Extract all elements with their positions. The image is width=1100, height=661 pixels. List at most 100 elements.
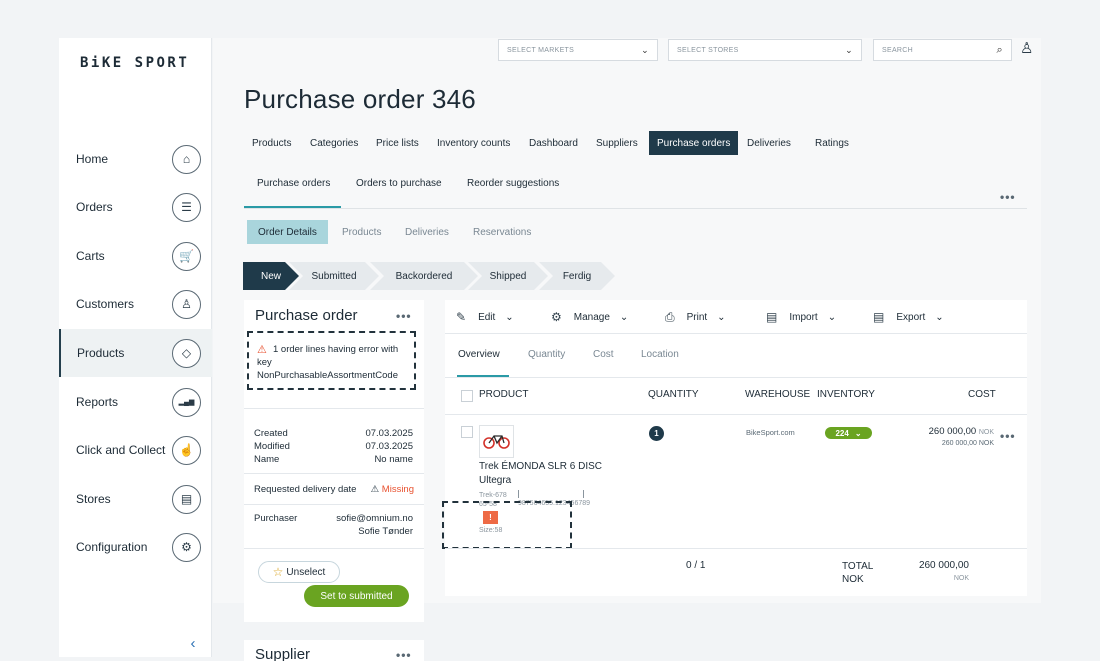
row-checkbox[interactable] bbox=[461, 426, 473, 438]
sub-tabs-divider bbox=[244, 208, 1027, 209]
card-more-icon[interactable]: ••• bbox=[396, 309, 412, 323]
detail-tab-order-details[interactable]: Order Details bbox=[247, 220, 328, 244]
sidebar-item-label: Stores bbox=[76, 492, 111, 506]
order-meta: Created 07.03.2025 Modified 07.03.2025 Nam… bbox=[254, 427, 413, 466]
sidebar-item-reports[interactable]: Reports ▂▄▆ bbox=[59, 378, 212, 426]
row-more-icon[interactable]: ••• bbox=[1000, 429, 1016, 443]
product-thumbnail[interactable] bbox=[479, 425, 514, 458]
order-tab-cost[interactable]: Cost bbox=[593, 349, 614, 360]
sidebar-item-carts[interactable]: Carts 🛒 bbox=[59, 232, 212, 280]
sidebar-item-configuration[interactable]: Configuration ⚙ bbox=[59, 523, 212, 571]
cost-value: 260 000,00 bbox=[928, 426, 977, 437]
tab-suppliers[interactable]: Suppliers bbox=[588, 131, 646, 155]
printer-icon: ⎙ bbox=[665, 310, 675, 324]
supplier-more-icon[interactable]: ••• bbox=[396, 648, 412, 661]
print-menu-button[interactable]: ⎙ Print ⌄ bbox=[665, 310, 726, 325]
subtab-purchase-orders[interactable]: Purchase orders bbox=[257, 178, 330, 189]
cost-cell: 260 000,00 NOK bbox=[915, 426, 994, 437]
column-header-quantity[interactable]: QUANTITY bbox=[648, 389, 699, 400]
created-label: Created bbox=[254, 428, 288, 439]
user-account-icon[interactable]: ♙ bbox=[1020, 39, 1033, 57]
step-backordered[interactable]: Backordered bbox=[370, 262, 478, 290]
search-icon: ⌕ bbox=[996, 43, 1003, 56]
created-value: 07.03.2025 bbox=[365, 428, 413, 439]
search-placeholder: SEARCH bbox=[882, 46, 913, 54]
collapse-sidebar-icon[interactable]: ‹ bbox=[182, 632, 204, 654]
tab-inventory-counts[interactable]: Inventory counts bbox=[429, 131, 518, 155]
requested-delivery-row[interactable]: Requested delivery date ⚠ Missing bbox=[254, 483, 414, 496]
error-row-highlight bbox=[442, 501, 572, 549]
tab-deliveries[interactable]: Deliveries bbox=[739, 131, 799, 155]
name-value: No name bbox=[374, 454, 413, 465]
tab-dashboard[interactable]: Dashboard bbox=[521, 131, 586, 155]
order-tab-overview[interactable]: Overview bbox=[458, 349, 500, 360]
edit-menu-button[interactable]: ✎ Edit ⌄ bbox=[456, 310, 514, 324]
column-header-warehouse[interactable]: WAREHOUSE bbox=[745, 389, 810, 400]
cost-currency: NOK bbox=[978, 429, 994, 436]
sidebar-item-label: Customers bbox=[76, 297, 135, 311]
sidebar-item-stores[interactable]: Stores ▤ bbox=[59, 475, 212, 523]
column-header-cost[interactable]: COST bbox=[968, 389, 996, 400]
sidebar-item-label: Click and Collect bbox=[76, 443, 166, 457]
import-menu-button[interactable]: ▤ Import ⌄ bbox=[766, 310, 836, 324]
sub-tab-active-underline bbox=[244, 206, 341, 208]
edit-label: Edit bbox=[478, 311, 496, 323]
order-tab-location[interactable]: Location bbox=[641, 349, 679, 360]
detail-tab-deliveries[interactable]: Deliveries bbox=[394, 220, 460, 244]
sidebar-item-click-and-collect[interactable]: Click and Collect ☝ bbox=[59, 426, 212, 474]
select-stores-dropdown[interactable]: SELECT STORES ⌄ bbox=[668, 39, 862, 61]
more-options-icon[interactable]: ••• bbox=[1000, 190, 1016, 204]
sidebar-item-customers[interactable]: Customers ♙ bbox=[59, 280, 212, 328]
list-icon: ☰ bbox=[172, 192, 201, 222]
chevron-down-icon: ⌄ bbox=[854, 428, 862, 438]
column-header-product[interactable]: PRODUCT bbox=[479, 389, 528, 400]
manage-menu-button[interactable]: ⚙ Manage ⌄ bbox=[551, 310, 628, 324]
sidebar: BiKE SPORT Home ⌂ Orders ☰ Carts 🛒 Customers ♙ P… bbox=[59, 38, 212, 657]
search-input[interactable]: SEARCH ⌕ bbox=[873, 39, 1012, 61]
detail-tab-reservations[interactable]: Reservations bbox=[462, 220, 542, 244]
divider bbox=[244, 473, 424, 474]
star-icon: ☆ bbox=[272, 565, 284, 579]
divider bbox=[244, 504, 424, 505]
tab-price-lists[interactable]: Price lists bbox=[368, 131, 427, 155]
manage-label: Manage bbox=[573, 311, 610, 323]
inventory-badge[interactable]: 224 ⌄ bbox=[825, 427, 872, 439]
set-to-submitted-button[interactable]: Set to submitted bbox=[304, 585, 409, 607]
sku-separator bbox=[518, 490, 519, 498]
supplier-title: Supplier bbox=[255, 646, 311, 661]
select-all-checkbox[interactable] bbox=[461, 390, 473, 402]
divider bbox=[445, 548, 1027, 549]
cost-subvalue: 260 000,00 NOK bbox=[941, 440, 994, 447]
chevron-down-icon: ⌄ bbox=[845, 44, 853, 55]
tab-products[interactable]: Products bbox=[244, 131, 299, 155]
pencil-icon: ✎ bbox=[456, 310, 467, 324]
chevron-down-icon: ⌄ bbox=[619, 311, 629, 323]
subtab-reorder-suggestions[interactable]: Reorder suggestions bbox=[467, 178, 559, 189]
purchaser-row: Purchaser sofie@omnium.no Sofie Tønder bbox=[254, 512, 413, 538]
name-label: Name bbox=[254, 454, 280, 465]
select-markets-dropdown[interactable]: SELECT MARKETS ⌄ bbox=[498, 39, 658, 61]
export-menu-button[interactable]: ▤ Export ⌄ bbox=[873, 310, 944, 324]
chevron-down-icon: ⌄ bbox=[717, 312, 726, 323]
purchaser-label: Purchaser bbox=[254, 513, 298, 524]
subtab-orders-to-purchase[interactable]: Orders to purchase bbox=[356, 178, 442, 189]
column-header-inventory[interactable]: INVENTORY bbox=[817, 389, 875, 400]
detail-tab-products[interactable]: Products bbox=[331, 220, 392, 244]
sidebar-item-home[interactable]: Home ⌂ bbox=[59, 135, 212, 183]
tab-ratings[interactable]: Ratings bbox=[807, 131, 857, 155]
sidebar-item-products[interactable]: Products ◇ bbox=[59, 329, 212, 377]
warning-icon: ⚠ bbox=[370, 484, 382, 495]
product-name[interactable]: Trek ÉMONDA SLR 6 DISC Ultegra bbox=[479, 460, 609, 488]
select-markets-placeholder: SELECT MARKETS bbox=[507, 46, 575, 54]
tab-purchase-orders[interactable]: Purchase orders bbox=[649, 131, 739, 155]
divider bbox=[445, 377, 1027, 378]
tag-icon: ◇ bbox=[172, 338, 201, 368]
sidebar-item-orders[interactable]: Orders ☰ bbox=[59, 183, 212, 231]
tab-categories[interactable]: Categories bbox=[302, 131, 366, 155]
table-row[interactable]: Trek ÉMONDA SLR 6 DISC Ultegra Trek-6786… bbox=[442, 415, 1027, 549]
gears-icon: ⚙ bbox=[551, 310, 562, 324]
cart-icon: 🛒 bbox=[172, 241, 201, 271]
quantity-badge: 1 bbox=[649, 426, 664, 441]
order-tab-quantity[interactable]: Quantity bbox=[528, 349, 565, 360]
unselect-button[interactable]: ☆ Unselect bbox=[258, 561, 340, 583]
